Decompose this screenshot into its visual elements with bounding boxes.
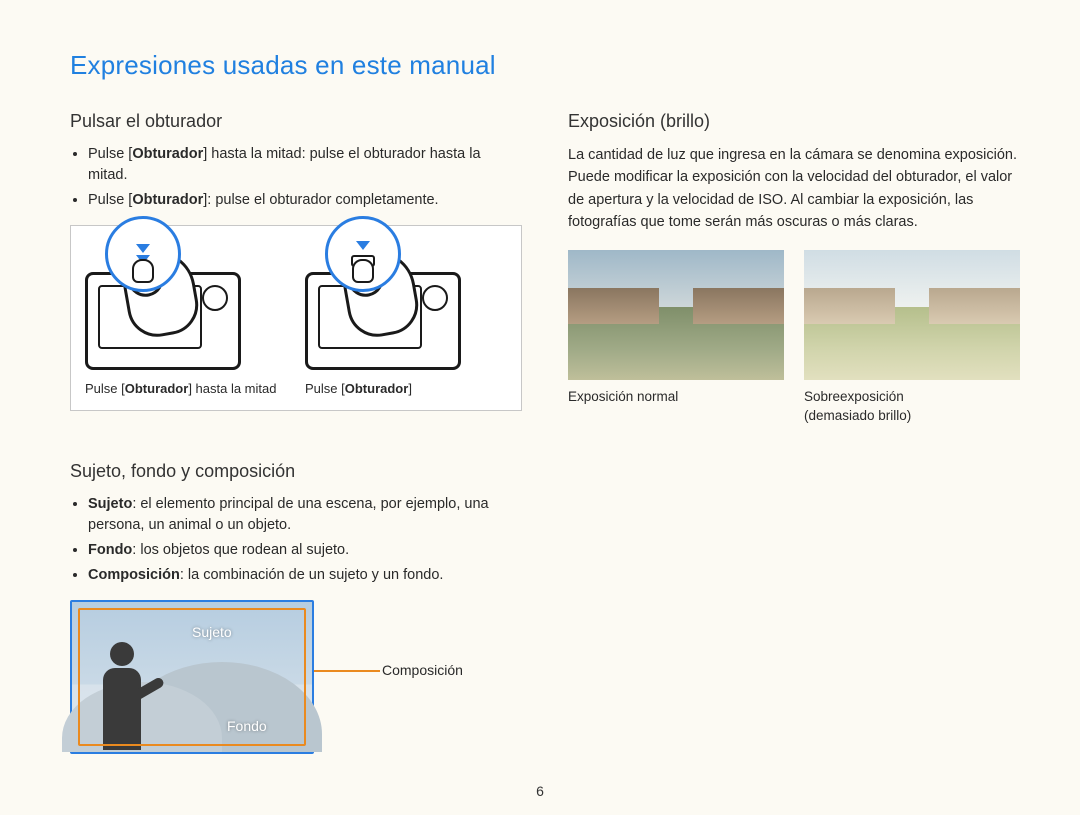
text: ] <box>408 381 412 396</box>
exposure-paragraph: La cantidad de luz que ingresa en la cám… <box>568 144 1020 234</box>
fingertip-icon <box>352 259 374 283</box>
exposure-over: Sobreexposición (demasiado brillo) <box>804 250 1020 426</box>
exposure-normal: Exposición normal <box>568 250 784 426</box>
text: Pulse [ <box>88 146 132 162</box>
bullet-half-press: Pulse [Obturador] hasta la mitad: pulse … <box>88 144 522 186</box>
bold: Sujeto <box>88 496 132 512</box>
label-background: Fondo <box>227 718 267 734</box>
composition-bullets: Sujeto: el elemento principal de una esc… <box>70 494 522 586</box>
exposure-examples: Exposición normal Sobreexposición (demas… <box>568 250 1020 426</box>
text: Pulse [ <box>88 192 132 208</box>
text: Pulse [ <box>85 381 125 396</box>
bold: Obturador <box>132 192 203 208</box>
bold: Composición <box>88 567 180 583</box>
bullet-composition: Composición: la combinación de un sujeto… <box>88 565 522 586</box>
building-icon <box>693 288 784 324</box>
bullet-background: Fondo: los objetos que rodean al sujeto. <box>88 540 522 561</box>
caption-over: Sobreexposición (demasiado brillo) <box>804 388 1020 426</box>
bold: Obturador <box>125 381 189 396</box>
fingertip-icon <box>132 259 154 283</box>
caption-normal: Exposición normal <box>568 388 784 407</box>
bold: Fondo <box>88 542 132 558</box>
photo-normal-exposure <box>568 250 784 380</box>
manual-page: Expresiones usadas en este manual Pulsar… <box>0 0 1080 815</box>
bullet-subject: Sujeto: el elemento principal de una esc… <box>88 494 522 536</box>
shutter-diagram-box: Pulse [Obturador] hasta la mitad <box>70 225 522 411</box>
text: ]: pulse el obturador completamente. <box>203 192 438 208</box>
shutter-half-figure: Pulse [Obturador] hasta la mitad <box>85 240 287 398</box>
right-column: Exposición (brillo) La cantidad de luz q… <box>568 111 1020 762</box>
shutter-full-figure: Pulse [Obturador] <box>305 240 507 398</box>
camera-illustration-half <box>85 240 287 380</box>
callout-line <box>314 670 380 672</box>
building-icon <box>929 288 1020 324</box>
bullet-full-press: Pulse [Obturador]: pulse el obturador co… <box>88 190 522 211</box>
caption-full-press: Pulse [Obturador] <box>305 380 507 398</box>
press-bubble-icon <box>105 216 181 292</box>
text: Sobreexposición <box>804 389 904 404</box>
left-column: Pulsar el obturador Pulse [Obturador] ha… <box>70 111 522 762</box>
composition-figure: Sujeto Fondo Composición <box>70 600 470 754</box>
camera-illustration-full <box>305 240 507 380</box>
press-bubble-icon <box>325 216 401 292</box>
page-title: Expresiones usadas en este manual <box>70 50 1020 81</box>
photo-over-exposure <box>804 250 1020 380</box>
label-subject: Sujeto <box>192 624 232 640</box>
text: Pulse [ <box>305 381 345 396</box>
section-heading-composition: Sujeto, fondo y composición <box>70 461 522 482</box>
arrow-down-icon <box>356 241 370 250</box>
text: (demasiado brillo) <box>804 408 911 423</box>
page-number: 6 <box>0 783 1080 799</box>
bold: Obturador <box>345 381 409 396</box>
section-heading-shutter: Pulsar el obturador <box>70 111 522 132</box>
arrow-down-icon <box>136 244 150 253</box>
text: : el elemento principal de una escena, p… <box>88 496 489 533</box>
bold: Obturador <box>132 146 203 162</box>
text: ] hasta la mitad <box>188 381 276 396</box>
caption-half-press: Pulse [Obturador] hasta la mitad <box>85 380 287 398</box>
label-composition: Composición <box>382 662 463 678</box>
section-heading-exposure: Exposición (brillo) <box>568 111 1020 132</box>
two-column-layout: Pulsar el obturador Pulse [Obturador] ha… <box>70 111 1020 762</box>
shutter-bullets: Pulse [Obturador] hasta la mitad: pulse … <box>70 144 522 211</box>
composition-frame: Sujeto Fondo <box>70 600 314 754</box>
text: : los objetos que rodean al sujeto. <box>132 542 349 558</box>
building-icon <box>804 288 895 324</box>
building-icon <box>568 288 659 324</box>
text: : la combinación de un sujeto y un fondo… <box>180 567 444 583</box>
